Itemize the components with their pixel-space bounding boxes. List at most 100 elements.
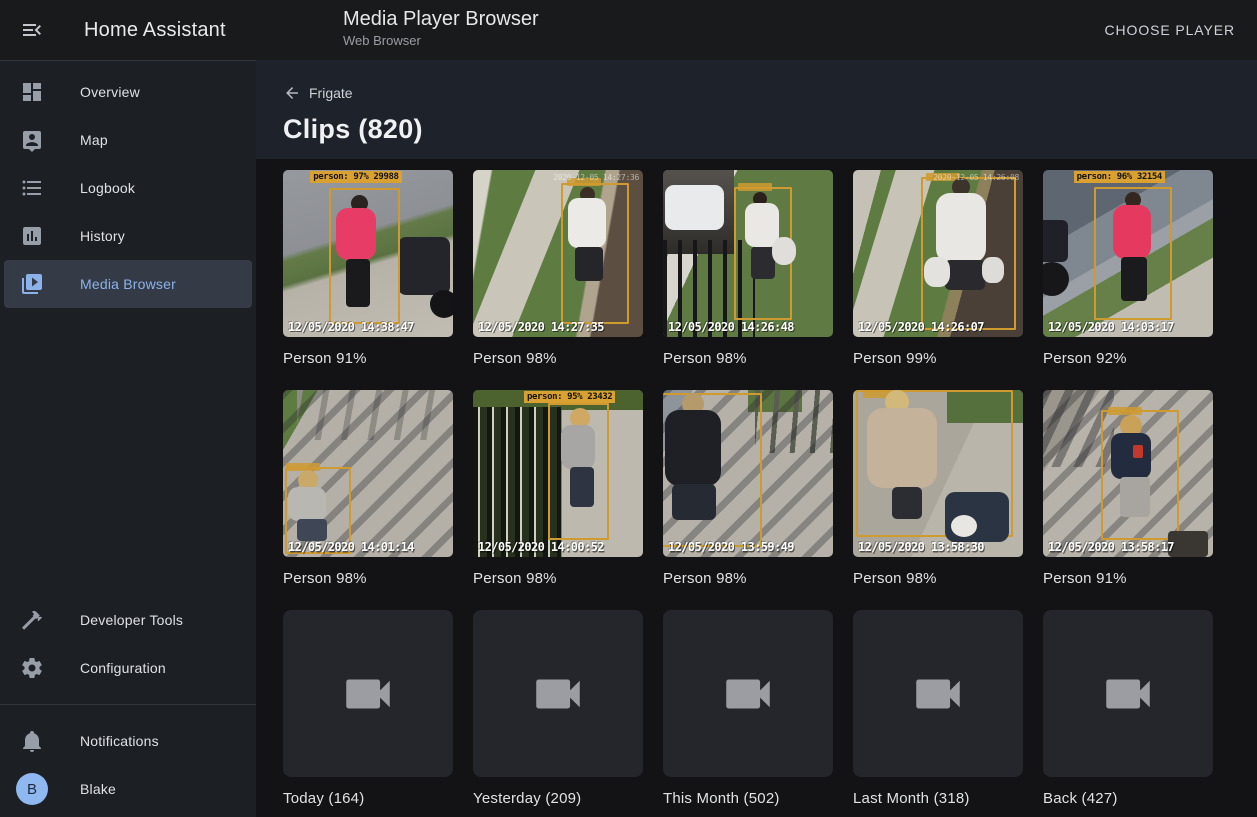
- video-camera-icon: [719, 665, 777, 723]
- folder-tile: [473, 610, 643, 777]
- clip-card[interactable]: 12/05/2020 14:01:14 Person 98%: [283, 390, 453, 587]
- clip-timestamp: 12/05/2020 14:26:48: [668, 320, 794, 335]
- breadcrumb[interactable]: Frigate: [283, 84, 353, 102]
- arrow-left-icon: [283, 84, 301, 102]
- clip-thumbnail: 2020-12-05 14:26:08 12/05/2020 14:26:07: [853, 170, 1023, 337]
- detection-label-mini: [738, 183, 772, 191]
- clip-card[interactable]: 12/05/2020 13:58:30 Person 98%: [853, 390, 1023, 587]
- clip-card[interactable]: 2020-12-05 14:26:08 12/05/2020 14:26:07 …: [853, 170, 1023, 367]
- clip-thumbnail: person: 97% 29988 12/05/2020 14:38:47: [283, 170, 453, 337]
- clip-timestamp: 12/05/2020 14:26:07: [858, 320, 984, 335]
- folder-card-yesterday[interactable]: Yesterday (209): [473, 610, 643, 807]
- detection-label: person: 95% 23432: [524, 391, 615, 403]
- clip-thumbnail: 12/05/2020 13:58:17: [1043, 390, 1213, 557]
- clip-caption: Person 98%: [663, 570, 833, 587]
- sidebar-item-map[interactable]: Map: [4, 116, 252, 164]
- folder-label: Yesterday (209): [473, 790, 643, 807]
- media-grid: person: 97% 29988 12/05/2020 14:38:47 Pe…: [283, 170, 1213, 807]
- clip-timestamp: 12/05/2020 13:59:49: [668, 540, 794, 555]
- gear-icon: [20, 656, 44, 680]
- clip-timestamp: 12/05/2020 14:03:17: [1048, 320, 1174, 335]
- clip-timestamp: 12/05/2020 14:27:35: [478, 320, 604, 335]
- main-content: Frigate Clips (820) person: 97% 29988 12…: [256, 60, 1257, 817]
- video-camera-icon: [909, 665, 967, 723]
- clip-thumbnail: 2020-12-05 14:27:36 12/05/2020 14:27:35: [473, 170, 643, 337]
- sidebar-item-notifications[interactable]: Notifications: [4, 717, 252, 765]
- folder-card-today[interactable]: Today (164): [283, 610, 453, 807]
- clip-card[interactable]: 2020-12-05 14:27:36 12/05/2020 14:27:35 …: [473, 170, 643, 367]
- clip-timestamp: 12/05/2020 13:58:17: [1048, 540, 1174, 555]
- chart-box-icon: [20, 224, 44, 248]
- folder-tile: [853, 610, 1023, 777]
- clip-thumbnail: 12/05/2020 13:59:49: [663, 390, 833, 557]
- detection-label-mini: [1108, 407, 1142, 415]
- list-icon: [20, 176, 44, 200]
- sidebar-divider: [0, 704, 256, 705]
- clip-timestamp: 12/05/2020 14:00:52: [478, 540, 604, 555]
- clip-card[interactable]: 12/05/2020 14:26:48 Person 98%: [663, 170, 833, 367]
- clip-card[interactable]: person: 97% 29988 12/05/2020 14:38:47 Pe…: [283, 170, 453, 367]
- video-camera-icon: [1099, 665, 1157, 723]
- folder-card-last-month[interactable]: Last Month (318): [853, 610, 1023, 807]
- clip-caption: Person 98%: [473, 570, 643, 587]
- clip-caption: Person 92%: [1043, 350, 1213, 367]
- folder-label: This Month (502): [663, 790, 833, 807]
- sidebar-item-configuration[interactable]: Configuration: [4, 644, 252, 692]
- app-title: Home Assistant: [84, 19, 226, 42]
- sidebar: Overview Map Logbook History Media Brows…: [0, 60, 256, 817]
- choose-player-button[interactable]: CHOOSE PLAYER: [1097, 18, 1243, 42]
- sidebar-item-developer-tools[interactable]: Developer Tools: [4, 596, 252, 644]
- sidebar-item-user[interactable]: B Blake: [4, 765, 252, 813]
- play-box-multiple-icon: [20, 272, 44, 296]
- app-bar: Home Assistant Media Player Browser Web …: [0, 0, 1257, 60]
- clip-caption: Person 98%: [663, 350, 833, 367]
- clip-caption: Person 91%: [283, 350, 453, 367]
- camera-overlay-timestamp: 2020-12-05 14:26:08: [933, 173, 1019, 182]
- video-camera-icon: [339, 665, 397, 723]
- clip-thumbnail: 12/05/2020 13:58:30: [853, 390, 1023, 557]
- sidebar-item-overview[interactable]: Overview: [4, 68, 252, 116]
- folder-tile: [663, 610, 833, 777]
- folder-card-back[interactable]: Back (427): [1043, 610, 1213, 807]
- folder-label: Back (427): [1043, 790, 1213, 807]
- page-title: Clips (820): [283, 114, 1257, 145]
- avatar: B: [16, 773, 48, 805]
- detection-label: person: 96% 32154: [1074, 171, 1165, 183]
- clip-caption: Person 99%: [853, 350, 1023, 367]
- clip-timestamp: 12/05/2020 14:38:47: [288, 320, 414, 335]
- dashboard-icon: [20, 80, 44, 104]
- clip-caption: Person 98%: [473, 350, 643, 367]
- clip-card[interactable]: 12/05/2020 13:58:17 Person 91%: [1043, 390, 1213, 587]
- clip-thumbnail: 12/05/2020 14:01:14: [283, 390, 453, 557]
- clip-card[interactable]: 12/05/2020 13:59:49 Person 98%: [663, 390, 833, 587]
- clip-card[interactable]: person: 96% 32154 12/05/2020 14:03:17 Pe…: [1043, 170, 1213, 367]
- clip-caption: Person 98%: [283, 570, 453, 587]
- clip-timestamp: 12/05/2020 14:01:14: [288, 540, 414, 555]
- media-subtitle: Web Browser: [343, 33, 539, 48]
- sidebar-item-media-browser[interactable]: Media Browser: [4, 260, 252, 308]
- clip-thumbnail: person: 95% 23432 12/05/2020 14:00:52: [473, 390, 643, 557]
- camera-overlay-timestamp: 2020-12-05 14:27:36: [553, 173, 639, 182]
- clip-thumbnail: person: 96% 32154 12/05/2020 14:03:17: [1043, 170, 1213, 337]
- folder-card-this-month[interactable]: This Month (502): [663, 610, 833, 807]
- folder-label: Last Month (318): [853, 790, 1023, 807]
- hammer-icon: [20, 608, 44, 632]
- clip-caption: Person 91%: [1043, 570, 1213, 587]
- detection-label: person: 97% 29988: [310, 171, 401, 183]
- folder-tile: [1043, 610, 1213, 777]
- folder-label: Today (164): [283, 790, 453, 807]
- sidebar-item-logbook[interactable]: Logbook: [4, 164, 252, 212]
- clip-thumbnail: 12/05/2020 14:26:48: [663, 170, 833, 337]
- video-camera-icon: [529, 665, 587, 723]
- clip-card[interactable]: person: 95% 23432 12/05/2020 14:00:52 Pe…: [473, 390, 643, 587]
- clip-caption: Person 98%: [853, 570, 1023, 587]
- menu-open-icon[interactable]: [20, 18, 44, 42]
- media-title: Media Player Browser: [343, 8, 539, 31]
- account-location-icon: [20, 128, 44, 152]
- content-header: Frigate Clips (820): [256, 60, 1257, 159]
- clip-timestamp: 12/05/2020 13:58:30: [858, 540, 984, 555]
- sidebar-item-history[interactable]: History: [4, 212, 252, 260]
- media-browser-header: Media Player Browser Web Browser: [343, 8, 539, 48]
- bell-icon: [20, 729, 44, 753]
- folder-tile: [283, 610, 453, 777]
